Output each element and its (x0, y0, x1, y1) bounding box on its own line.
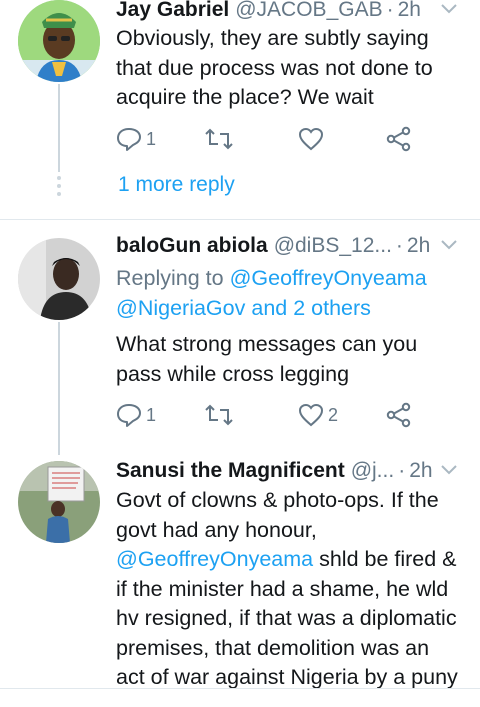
tweet-2[interactable]: baloGun abiola @diBS_12... · 2h Replying… (0, 220, 480, 455)
replying-to: Replying to @GeoffreyOnyeama @NigeriaGov… (116, 264, 466, 323)
replying-line: Replying to @GeoffreyOnyeama (116, 264, 466, 294)
reply-count: 1 (146, 128, 157, 149)
heart-icon (298, 403, 324, 427)
tweet-1[interactable]: Jay Gabriel @JACOB_GAB · 2h Obviously, t… (0, 0, 480, 220)
replying-prefix: Replying to (116, 266, 224, 290)
avatar[interactable] (18, 238, 100, 320)
tweet-text: What strong messages can you pass while … (116, 330, 466, 389)
timestamp[interactable]: 2h (398, 0, 421, 22)
tweet-actions: 1 (116, 124, 416, 154)
mention-link[interactable]: @GeoffreyOnyeama (116, 547, 313, 571)
share-icon (386, 402, 411, 428)
user-handle[interactable]: @j... (351, 459, 395, 483)
thread-line (58, 84, 60, 172)
chevron-down-icon[interactable] (438, 459, 460, 481)
text-line: acquire the place? We wait (116, 85, 374, 109)
user-handle[interactable]: @diBS_12... (274, 234, 392, 258)
like-button[interactable] (298, 124, 328, 154)
text-line: that due process was not done to (116, 55, 433, 80)
reply-count: 1 (146, 404, 157, 425)
avatar-image (18, 461, 100, 543)
text-line: govt had any honour, (116, 517, 317, 542)
text-line: pass while cross legging (116, 361, 350, 386)
tweet-3[interactable]: Sanusi the Magnificent @j... · 2h Govt o… (0, 455, 480, 689)
divider (0, 688, 480, 689)
user-name[interactable]: Sanusi the Magnificent (116, 459, 345, 483)
separator-dot: · (398, 459, 406, 482)
separator-dot: · (386, 0, 394, 21)
like-count: 2 (328, 404, 339, 425)
user-name[interactable]: baloGun abiola (116, 234, 268, 258)
heart-icon (298, 127, 324, 151)
reply-icon (117, 404, 141, 427)
text-line: premises, that demolition was an (116, 635, 430, 660)
avatar-image (18, 238, 100, 320)
text-line: if the minister had a shame, he wld (116, 576, 449, 601)
retweet-icon (205, 404, 233, 426)
thread-dots (55, 176, 63, 200)
reply-button[interactable]: 1 (116, 124, 156, 154)
more-reply-link[interactable]: 1 more reply (118, 173, 235, 197)
avatar[interactable] (18, 461, 100, 543)
timestamp[interactable]: 2h (407, 234, 430, 258)
like-button[interactable]: 2 (298, 400, 338, 430)
separator-dot: · (395, 234, 403, 257)
thread-line (58, 322, 60, 455)
text-line: What strong messages can you (116, 332, 418, 356)
avatar-image (18, 0, 100, 82)
tweet-actions: 1 2 (116, 400, 416, 430)
share-icon (386, 126, 411, 152)
avatar[interactable] (18, 0, 100, 82)
tweet-text: Govt of clowns & photo-ops. If the govt … (116, 486, 466, 693)
text-line: @GeoffreyOnyeama shld be fired & (116, 545, 466, 575)
timestamp[interactable]: 2h (409, 459, 432, 483)
retweet-button[interactable] (204, 124, 238, 154)
tweet-header: baloGun abiola @diBS_12... · 2h (116, 232, 460, 260)
reply-button[interactable]: 1 (116, 400, 156, 430)
tweet-header: Jay Gabriel @JACOB_GAB · 2h (116, 0, 460, 24)
text-line: Obviously, they are subtly saying (116, 26, 429, 50)
share-button[interactable] (386, 400, 412, 430)
text-fragment: shld be fired & (313, 547, 457, 571)
share-button[interactable] (386, 124, 412, 154)
mention-link[interactable]: @NigeriaGov (116, 296, 245, 320)
others-link[interactable]: and 2 others (251, 296, 371, 320)
user-name[interactable]: Jay Gabriel (116, 0, 229, 22)
retweet-icon (205, 128, 233, 150)
reply-icon (117, 128, 141, 151)
mention-link[interactable]: @GeoffreyOnyeama (230, 266, 427, 290)
tweet-header: Sanusi the Magnificent @j... · 2h (116, 457, 460, 485)
retweet-button[interactable] (204, 400, 238, 430)
user-handle[interactable]: @JACOB_GAB (235, 0, 382, 22)
chevron-down-icon[interactable] (438, 234, 460, 256)
text-line: Govt of clowns & photo-ops. If the (116, 488, 439, 512)
tweet-text: Obviously, they are subtly saying that d… (116, 24, 466, 113)
text-line: hv resigned, if that was a diplomatic (116, 606, 457, 630)
chevron-down-icon[interactable] (438, 0, 460, 20)
replying-line: @NigeriaGov and 2 others (116, 294, 466, 324)
